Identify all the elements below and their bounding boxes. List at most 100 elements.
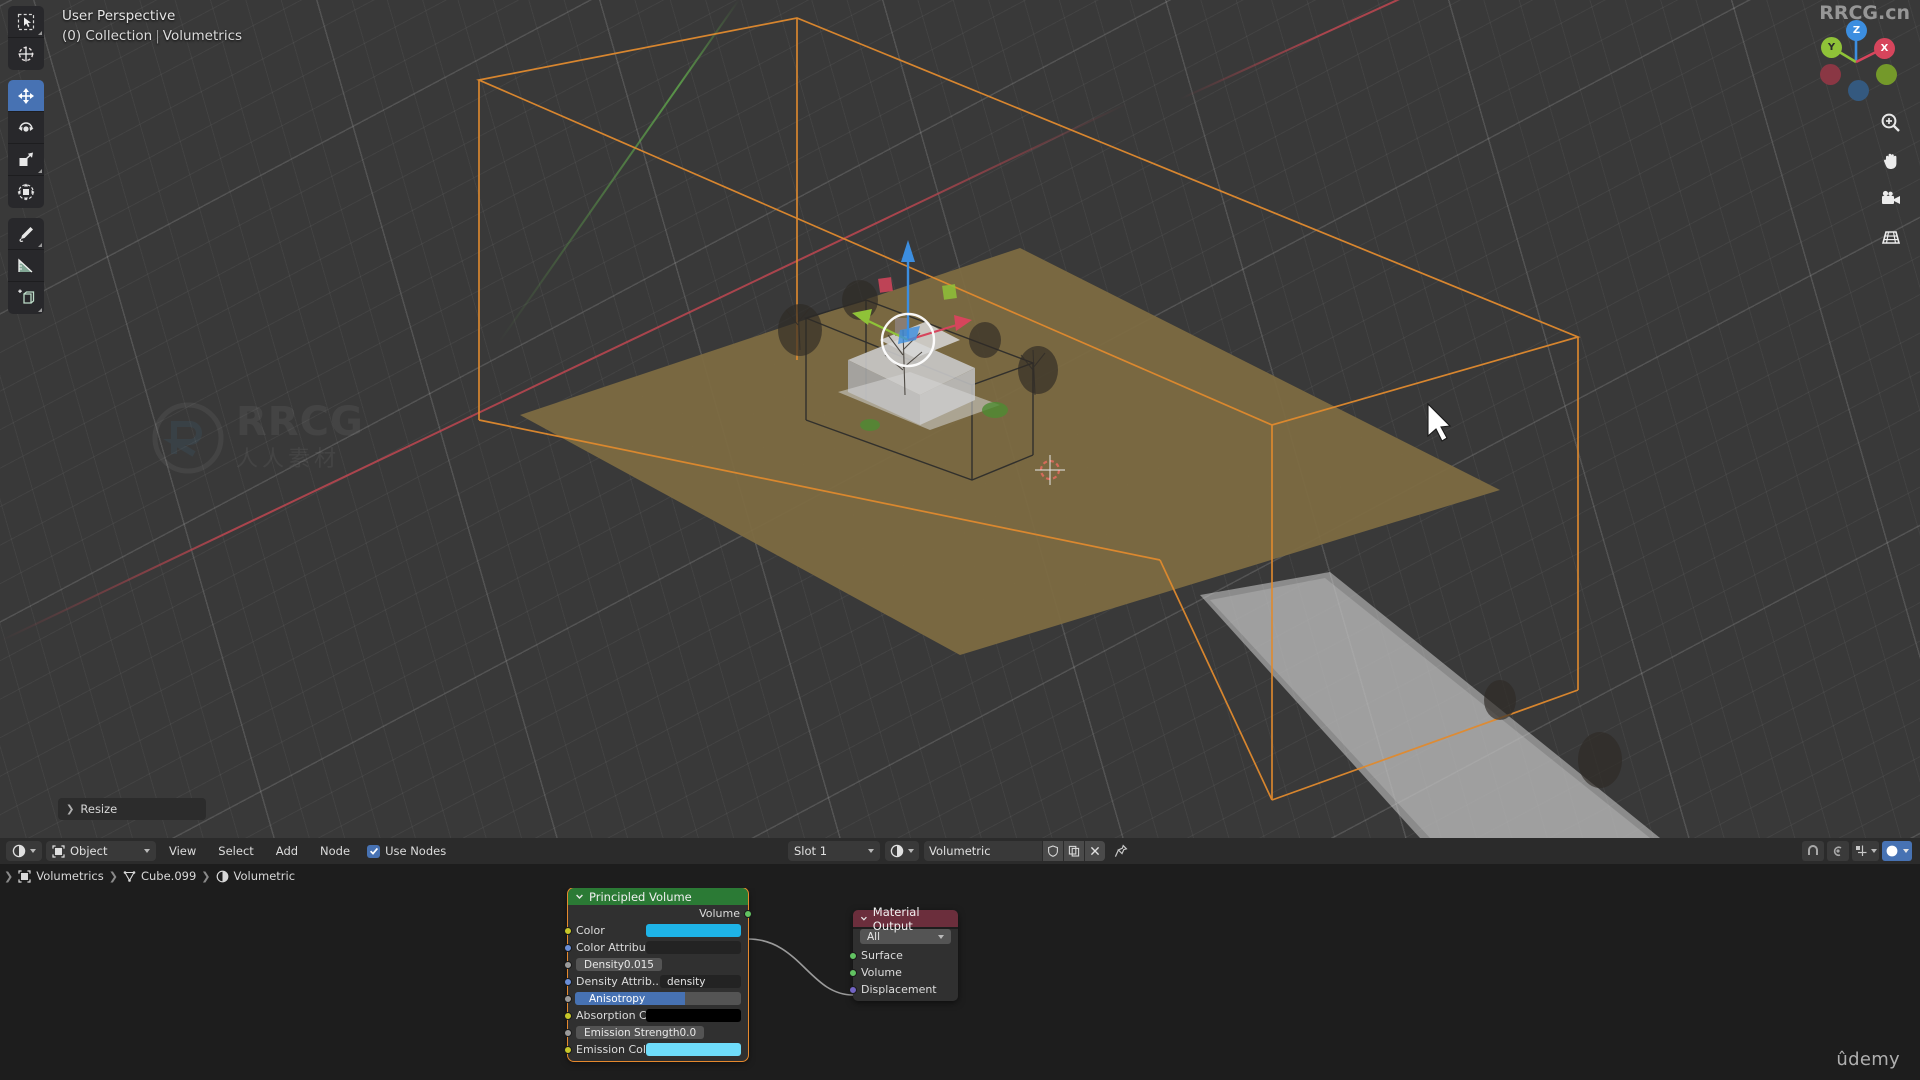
grid-perspective-icon[interactable] xyxy=(1876,222,1906,252)
volume-output-label: Volume xyxy=(699,907,740,920)
node-row-surface[interactable]: Surface xyxy=(849,947,958,964)
breadcrumb-material[interactable]: Volumetric xyxy=(216,869,295,883)
node-row-emission-color[interactable]: Emission Color xyxy=(564,1041,748,1058)
color-swatch[interactable] xyxy=(646,924,741,937)
menu-add[interactable]: Add xyxy=(267,844,307,858)
proportional-edit-icon[interactable] xyxy=(1827,841,1849,861)
gizmo-axis-z-positive[interactable]: Z xyxy=(1846,20,1867,41)
density-input-socket[interactable] xyxy=(564,960,572,969)
node-editor-header[interactable]: Object View Select Add Node Use Nodes Sl… xyxy=(0,838,1920,864)
material-slot-controls[interactable]: Slot 1 Volumetric xyxy=(788,841,1132,861)
volume-input-socket[interactable] xyxy=(849,968,857,977)
node-principled-volume[interactable]: Principled Volume Volume Color Color Att… xyxy=(564,888,752,1062)
snapping-grid-icon[interactable] xyxy=(1852,841,1879,861)
node-link-wire xyxy=(747,938,854,996)
gizmo-axis-x-positive[interactable]: X xyxy=(1874,38,1895,59)
duplicate-icon[interactable] xyxy=(1063,841,1084,861)
navigation-gizmo[interactable]: Z Y X xyxy=(1810,16,1902,108)
chevron-down-icon xyxy=(1871,849,1877,853)
material-browse-button[interactable] xyxy=(885,841,919,861)
snap-magnet-icon[interactable] xyxy=(1802,841,1824,861)
emission-color-swatch[interactable] xyxy=(646,1043,741,1056)
viewport-toolbar[interactable] xyxy=(8,6,44,324)
node-row-anisotropy[interactable]: Anisotropy xyxy=(564,990,748,1007)
tool-group-annotate xyxy=(8,218,44,314)
node-header-material-output[interactable]: Material Output xyxy=(853,905,958,933)
gizmo-axis-z-negative[interactable] xyxy=(1848,80,1869,101)
breadcrumb-object[interactable]: Volumetrics xyxy=(18,869,104,883)
absorption-color-swatch[interactable] xyxy=(646,1009,741,1022)
anisotropy-input-socket[interactable] xyxy=(564,994,572,1003)
node-row-color-attribute[interactable]: Color Attribute xyxy=(564,939,748,956)
pin-icon[interactable] xyxy=(1110,841,1132,861)
node-row-volume-output[interactable]: Volume xyxy=(568,905,752,922)
node-row-density-attribute[interactable]: Density Attrib... density xyxy=(564,973,748,990)
emission-strength-field[interactable]: Emission Strength 0.0 xyxy=(576,1026,705,1039)
density-label: Density xyxy=(584,958,624,971)
mesh-data-icon xyxy=(123,870,136,882)
tool-tweak-select-box[interactable] xyxy=(8,6,44,38)
viewport-info-text: User Perspective (0) Collection | Volumetr… xyxy=(62,6,242,46)
node-editor-right-buttons[interactable] xyxy=(1802,841,1912,861)
node-row-density[interactable]: Density 0.015 xyxy=(564,956,748,973)
camera-icon[interactable] xyxy=(1876,184,1906,214)
node-row-absorption-color[interactable]: Absorption Co... xyxy=(564,1007,748,1024)
hand-icon[interactable] xyxy=(1876,146,1906,176)
tool-annotate[interactable] xyxy=(8,218,44,250)
checkbox-checked-icon xyxy=(367,844,381,858)
chevron-down-icon xyxy=(144,849,150,853)
fake-user-shield-icon[interactable] xyxy=(1042,841,1063,861)
node-canvas[interactable]: Principled Volume Volume Color Color Att… xyxy=(0,888,1920,1080)
node-row-volume[interactable]: Volume xyxy=(849,964,958,981)
viewport-nav-buttons[interactable] xyxy=(1876,108,1906,260)
node-row-emission-strength[interactable]: Emission Strength 0.0 xyxy=(564,1024,748,1041)
tool-scale[interactable] xyxy=(8,144,44,176)
density-attribute-field[interactable]: density xyxy=(660,975,741,988)
emission-color-input-socket[interactable] xyxy=(564,1045,572,1054)
breadcrumb[interactable]: ❯ Volumetrics ❯ Cube.099 ❯ Volumetric xyxy=(0,864,1920,888)
node-row-displacement[interactable]: Displacement xyxy=(849,981,958,998)
color-attribute-input-socket[interactable] xyxy=(564,943,572,952)
chevron-down-icon xyxy=(908,849,914,853)
color-input-socket[interactable] xyxy=(564,926,572,935)
active-object-label: Volumetrics xyxy=(162,28,243,44)
volume-output-socket[interactable] xyxy=(744,909,752,918)
tool-cursor[interactable] xyxy=(8,38,44,70)
anisotropy-slider[interactable]: Anisotropy xyxy=(575,992,741,1005)
use-nodes-checkbox[interactable]: Use Nodes xyxy=(367,844,446,858)
density-attribute-input-socket[interactable] xyxy=(564,977,572,986)
tool-rotate[interactable] xyxy=(8,112,44,144)
emission-strength-input-socket[interactable] xyxy=(564,1028,572,1037)
overlays-icon[interactable] xyxy=(1882,841,1912,861)
breadcrumb-mesh[interactable]: Cube.099 xyxy=(123,869,196,883)
menu-node[interactable]: Node xyxy=(311,844,359,858)
gizmo-axis-x-negative[interactable] xyxy=(1820,64,1841,85)
3d-viewport[interactable]: User Perspective (0) Collection | Volumetr… xyxy=(0,0,1920,838)
absorption-color-input-socket[interactable] xyxy=(564,1011,572,1020)
tool-measure[interactable] xyxy=(8,250,44,282)
zoom-icon[interactable] xyxy=(1876,108,1906,138)
node-header-principled-volume[interactable]: Principled Volume xyxy=(568,888,748,905)
operator-redo-panel[interactable]: ❯ Resize xyxy=(58,798,206,820)
tool-add-cube[interactable] xyxy=(8,282,44,314)
node-material-output[interactable]: Material Output All Surface Volume Displ… xyxy=(849,905,958,1001)
tool-transform[interactable] xyxy=(8,176,44,208)
gizmo-axis-y-positive[interactable]: Y xyxy=(1821,37,1842,58)
surface-input-socket[interactable] xyxy=(849,951,857,960)
material-slot-selector[interactable]: Slot 1 xyxy=(788,841,880,861)
node-row-color[interactable]: Color xyxy=(564,922,748,939)
menu-view[interactable]: View xyxy=(160,844,205,858)
tool-move[interactable] xyxy=(8,80,44,112)
density-value-field[interactable]: Density 0.015 xyxy=(576,958,662,971)
material-name-field[interactable]: Volumetric xyxy=(924,841,1105,861)
unlink-x-icon[interactable] xyxy=(1084,841,1105,861)
menu-select[interactable]: Select xyxy=(209,844,262,858)
collection-label: (0) Collection xyxy=(62,28,153,44)
shader-node-editor[interactable]: Object View Select Add Node Use Nodes Sl… xyxy=(0,838,1920,1080)
shader-type-selector[interactable]: Object xyxy=(46,841,156,861)
gizmo-axis-y-negative[interactable] xyxy=(1876,64,1897,85)
displacement-input-socket[interactable] xyxy=(849,985,857,994)
editor-type-selector[interactable] xyxy=(6,841,42,861)
breadcrumb-separator: ❯ xyxy=(108,869,118,883)
color-attribute-field[interactable] xyxy=(646,941,741,954)
